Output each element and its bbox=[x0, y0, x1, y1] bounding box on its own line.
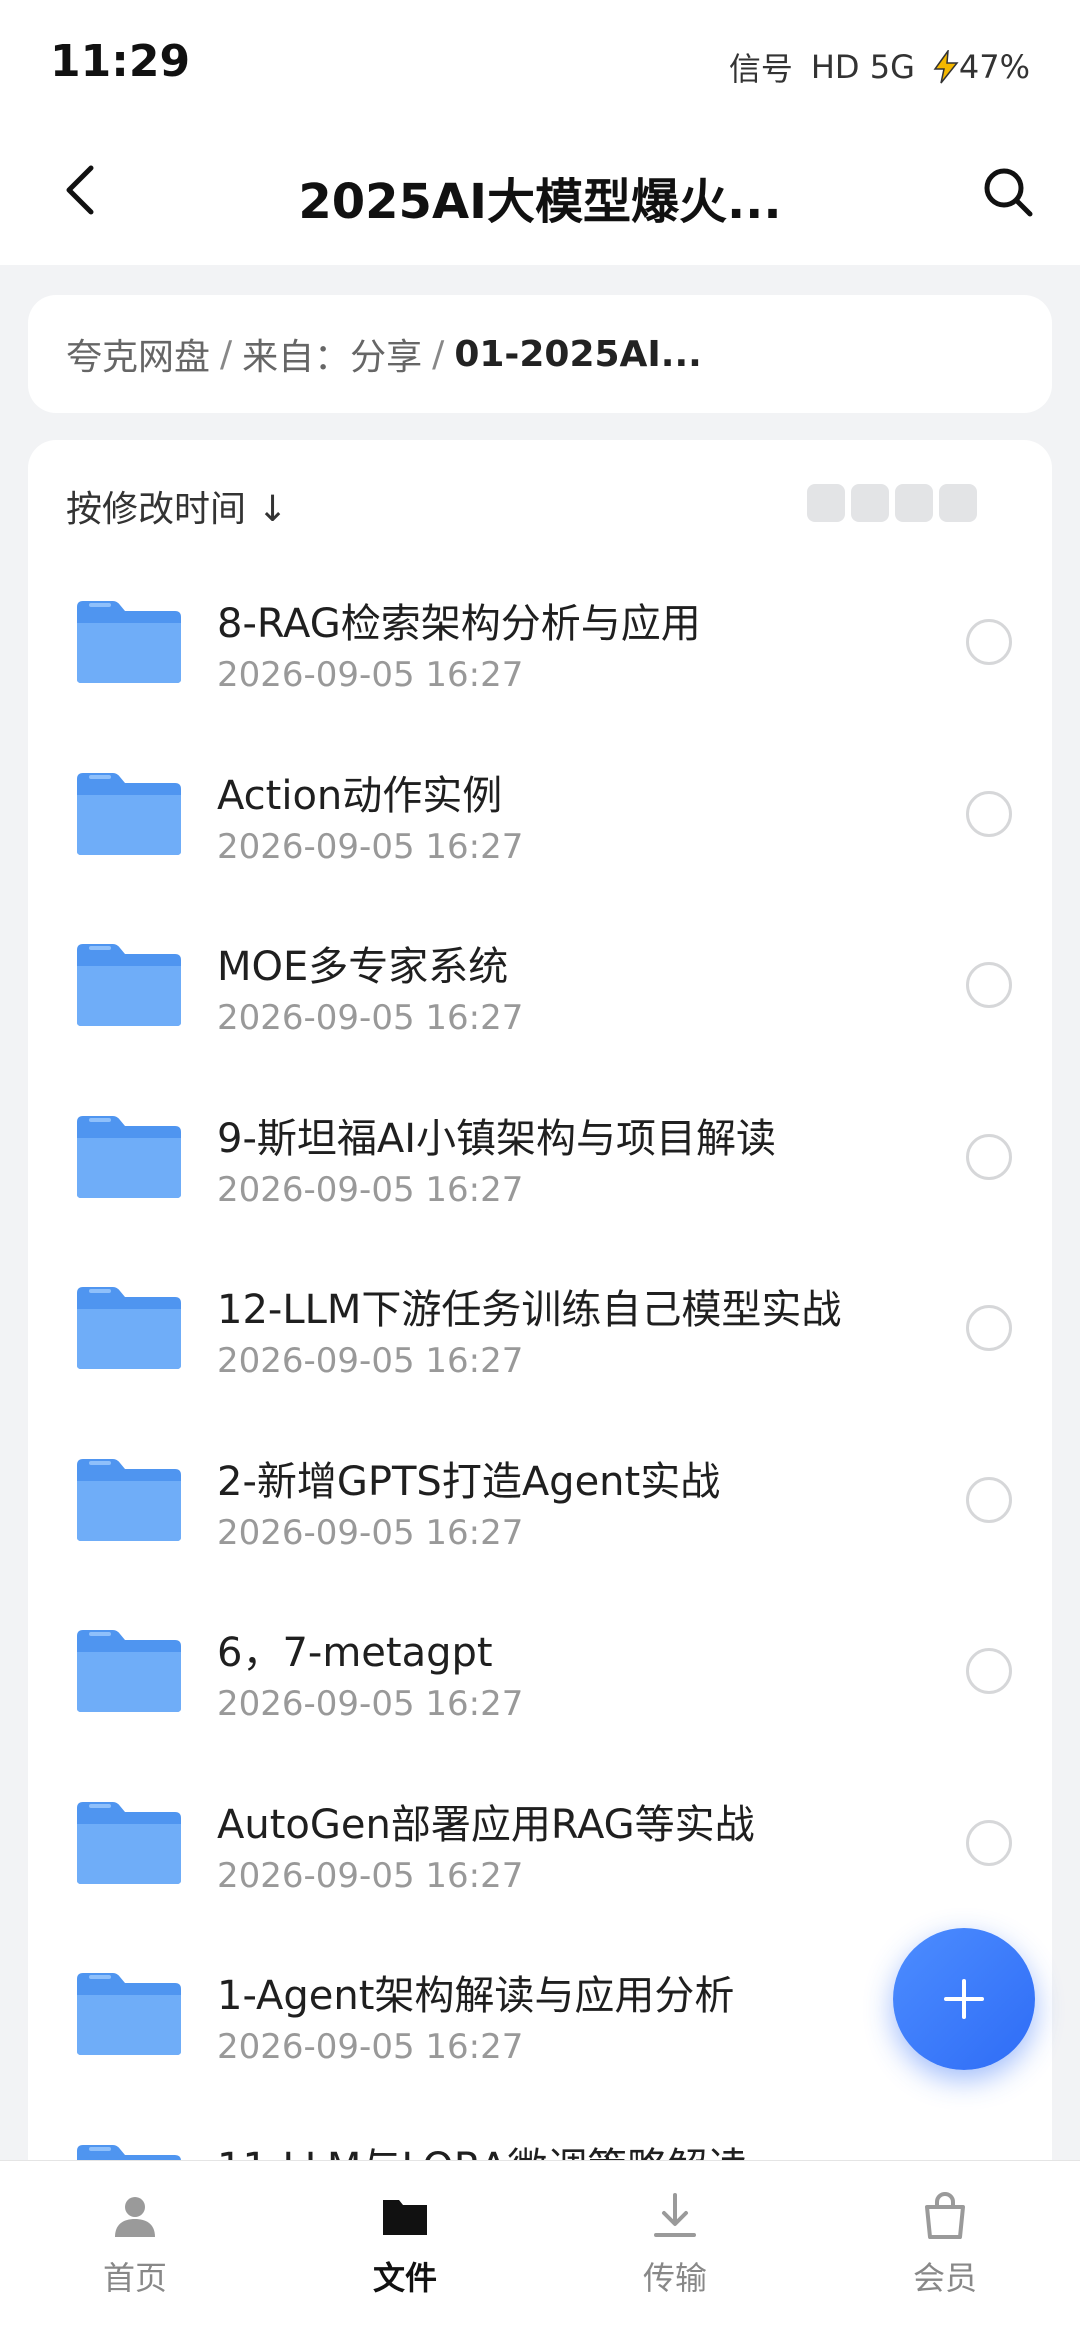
breadcrumb-separator: / bbox=[220, 333, 233, 375]
view-toggle[interactable] bbox=[807, 484, 977, 522]
tab-label: 文件 bbox=[372, 2259, 437, 2297]
file-list: 按修改时间 ↓ 8-RAG检索架构分析与应用 2026-09-05 16:27 Ac… bbox=[28, 440, 1052, 2160]
folder-icon bbox=[77, 1287, 181, 1369]
tab-bar: 首页 文件 传输 会员 bbox=[0, 2160, 1080, 2338]
search-icon bbox=[984, 168, 1033, 217]
select-checkbox[interactable] bbox=[966, 619, 1012, 665]
list-item[interactable]: 12-LLM下游任务训练自己模型实战 2026-09-05 16:27 bbox=[28, 1253, 1052, 1424]
battery-indicator: 47% bbox=[933, 48, 1030, 86]
file-date: 2026-09-05 16:27 bbox=[217, 1169, 524, 1210]
nav-bar: 2025AI大模型爆火... bbox=[0, 120, 1080, 265]
breadcrumb: 夸克网盘 / 来自：分享 / 01-2025AI... bbox=[28, 295, 1052, 413]
list-item[interactable]: 6，7-metagpt 2026-09-05 16:27 bbox=[28, 1596, 1052, 1767]
download-icon bbox=[654, 2193, 696, 2237]
add-button[interactable] bbox=[893, 1928, 1035, 2070]
select-checkbox[interactable] bbox=[966, 962, 1012, 1008]
file-name: 12-LLM下游任务训练自己模型实战 bbox=[217, 1287, 842, 1333]
signal-label: 信号 bbox=[728, 50, 793, 88]
folder-icon bbox=[77, 1458, 181, 1541]
select-checkbox[interactable] bbox=[966, 1305, 1012, 1351]
select-checkbox[interactable] bbox=[966, 790, 1012, 837]
file-name: 8-RAG检索架构分析与应用 bbox=[217, 601, 701, 647]
tab-member[interactable]: 会员 bbox=[845, 2191, 1045, 2299]
tab-label: 传输 bbox=[642, 2259, 707, 2297]
file-name: 6，7-metagpt bbox=[217, 1630, 493, 1676]
folder-icon bbox=[77, 2144, 181, 2160]
folder-icon bbox=[77, 601, 181, 683]
bag-icon bbox=[925, 2191, 965, 2239]
breadcrumb-current: 01-2025AI... bbox=[454, 333, 702, 375]
network-label: HD 5G bbox=[810, 48, 915, 86]
select-checkbox[interactable] bbox=[966, 1476, 1012, 1523]
list-item[interactable]: AutoGen部署应用RAG等实战 2026-09-05 16:27 bbox=[28, 1768, 1052, 1939]
select-checkbox[interactable] bbox=[966, 1819, 1012, 1866]
view-toggle-dot bbox=[895, 484, 933, 522]
folder-icon bbox=[77, 1973, 181, 2055]
file-date: 2026-09-05 16:27 bbox=[217, 1684, 524, 1724]
file-name: MOE多专家系统 bbox=[217, 944, 509, 990]
folder-icon bbox=[77, 1115, 181, 1198]
back-button[interactable] bbox=[50, 160, 110, 220]
file-date: 2026-09-05 16:27 bbox=[217, 1341, 524, 1381]
status-time: 11:29 bbox=[50, 36, 191, 87]
file-name: 9-斯坦福AI小镇架构与项目解读 bbox=[217, 1115, 777, 1162]
file-date: 2026-09-05 16:27 bbox=[217, 655, 524, 695]
plus-icon bbox=[944, 1979, 984, 2019]
folder-icon bbox=[383, 2200, 427, 2235]
folder-icon bbox=[77, 944, 181, 1026]
file-date: 2026-09-05 16:27 bbox=[217, 1512, 524, 1553]
tab-home[interactable]: 首页 bbox=[35, 2191, 235, 2299]
search-button[interactable] bbox=[976, 160, 1040, 224]
select-checkbox[interactable] bbox=[966, 1648, 1012, 1694]
file-name: 1-Agent架构解读与应用分析 bbox=[217, 1973, 735, 2019]
folder-icon bbox=[77, 1801, 181, 1884]
list-item[interactable]: 11-LLM与LORA微调策略解读2026-09-05 16:27 bbox=[28, 2111, 1052, 2161]
file-name: 11-LLM与LORA微调策略解读 bbox=[217, 2135, 747, 2161]
list-item[interactable]: 9-斯坦福AI小镇架构与项目解读 2026-09-05 16:27 bbox=[28, 1082, 1052, 1253]
status-indicators: 信号 HD 5G 47% bbox=[729, 44, 1030, 90]
file-name: Action动作实例 bbox=[217, 772, 503, 819]
lightning-icon bbox=[933, 50, 959, 84]
tab-label: 首页 bbox=[102, 2259, 167, 2297]
list-item[interactable]: 8-RAG检索架构分析与应用 2026-09-05 16:27 bbox=[28, 567, 1052, 738]
file-date: 2026-09-05 16:27 bbox=[217, 998, 524, 1038]
tab-files[interactable]: 文件 bbox=[305, 2191, 505, 2299]
view-toggle-dot bbox=[851, 484, 889, 522]
chevron-left-icon bbox=[66, 165, 94, 215]
tab-transfer[interactable]: 传输 bbox=[575, 2191, 775, 2299]
view-toggle-dot bbox=[807, 484, 845, 522]
list-item[interactable]: 2-新增GPTS打造Agent实战 2026-09-05 16:27 bbox=[28, 1425, 1052, 1596]
file-name: AutoGen部署应用RAG等实战 bbox=[217, 1801, 755, 1848]
breadcrumb-from[interactable]: 来自：分享 bbox=[242, 328, 422, 380]
folder-icon bbox=[77, 772, 181, 855]
breadcrumb-root[interactable]: 夸克网盘 bbox=[66, 328, 210, 380]
view-toggle-dot bbox=[939, 484, 977, 522]
list-item[interactable]: Action动作实例 2026-09-05 16:27 bbox=[28, 739, 1052, 910]
page-title: 2025AI大模型爆火... bbox=[298, 174, 782, 230]
list-item[interactable]: MOE多专家系统 2026-09-05 16:27 bbox=[28, 910, 1052, 1081]
battery-level: 47% bbox=[958, 48, 1030, 86]
person-icon bbox=[115, 2197, 155, 2237]
file-name: 2-新增GPTS打造Agent实战 bbox=[217, 1458, 721, 1505]
sort-button[interactable]: 按修改时间 ↓ bbox=[66, 480, 288, 532]
tab-label: 会员 bbox=[912, 2259, 977, 2297]
select-checkbox[interactable] bbox=[966, 1133, 1012, 1180]
breadcrumb-separator: / bbox=[432, 333, 445, 375]
file-date: 2026-09-05 16:27 bbox=[217, 1855, 524, 1896]
file-date: 2026-09-05 16:27 bbox=[217, 826, 524, 867]
status-bar: 11:29 信号 HD 5G 47% bbox=[0, 0, 1080, 120]
folder-icon bbox=[77, 1630, 181, 1712]
file-date: 2026-09-05 16:27 bbox=[217, 2027, 524, 2067]
